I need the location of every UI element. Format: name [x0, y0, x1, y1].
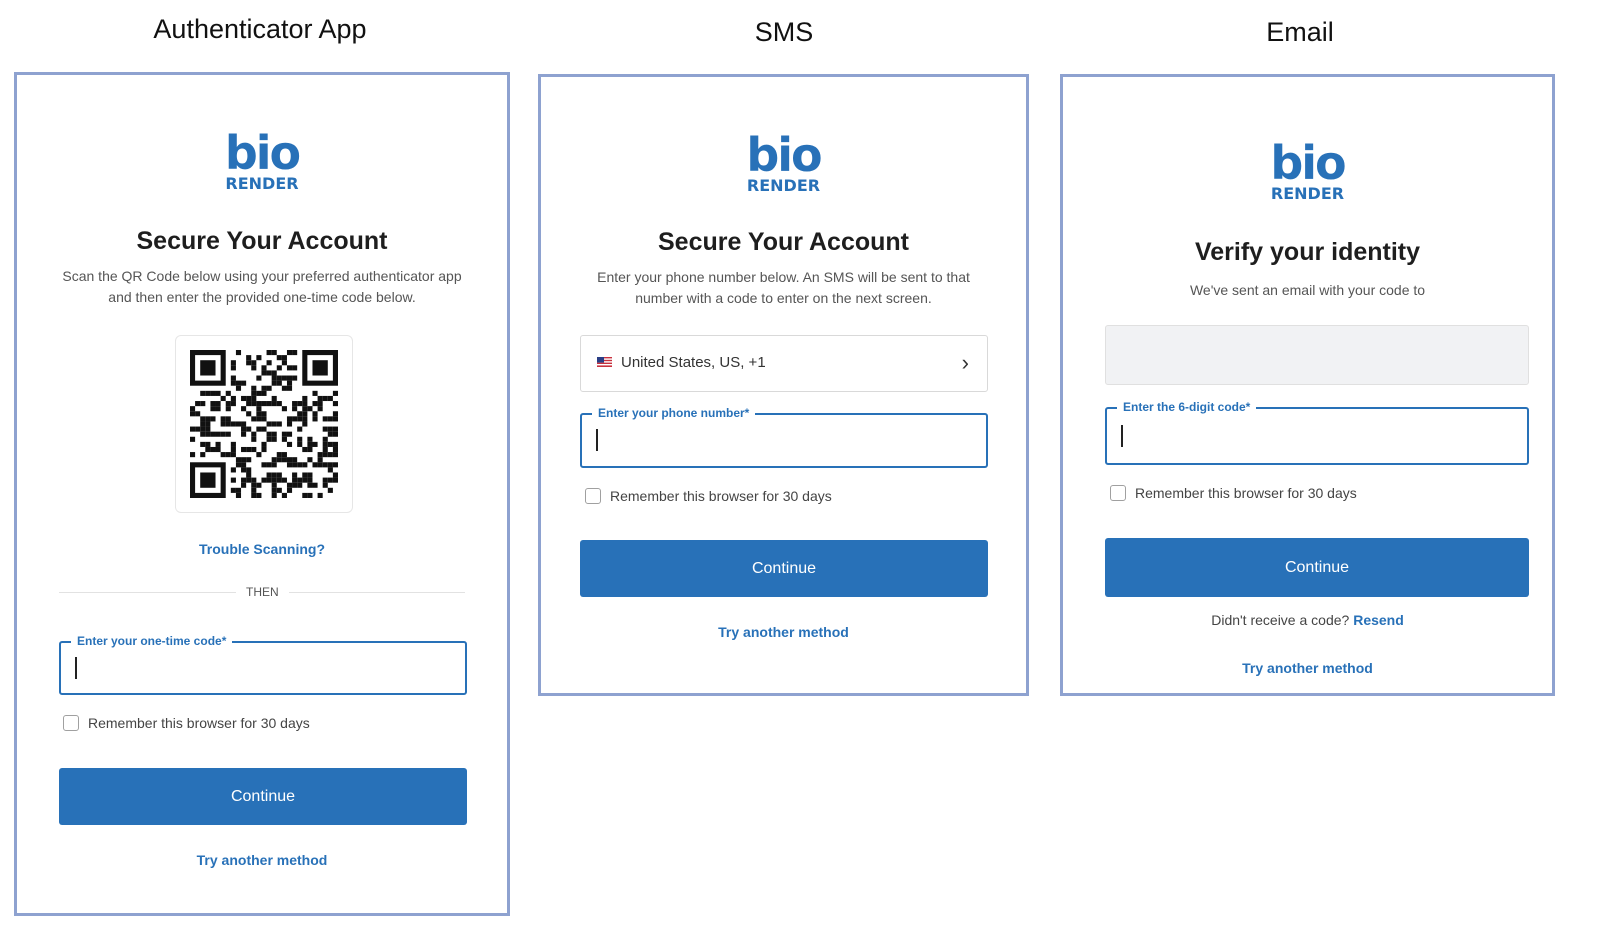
- remember-browser-row[interactable]: Remember this browser for 30 days: [585, 488, 832, 504]
- us-flag-icon: [597, 357, 612, 367]
- try-another-method-link[interactable]: Try another method: [17, 852, 507, 868]
- resend-prompt: Didn't receive a code?: [1211, 612, 1350, 628]
- text-cursor: [596, 429, 598, 451]
- column-title-sms: SMS: [754, 17, 814, 47]
- biorender-logo: bio RENDER: [746, 128, 822, 195]
- resend-row: Didn't receive a code? Resend: [1063, 612, 1552, 628]
- remember-browser-label: Remember this browser for 30 days: [610, 488, 832, 504]
- six-digit-code-input[interactable]: Enter the 6-digit code*: [1105, 400, 1529, 465]
- instructions-text: We've sent an email with your code to: [1189, 282, 1426, 298]
- text-cursor: [1121, 425, 1123, 447]
- one-time-code-input[interactable]: Enter your one-time code*: [59, 634, 467, 695]
- country-select[interactable]: United States, US, +1 ›: [580, 335, 988, 392]
- continue-button[interactable]: Continue: [1105, 538, 1529, 597]
- remember-browser-row[interactable]: Remember this browser for 30 days: [63, 715, 310, 731]
- resend-link[interactable]: Resend: [1353, 612, 1404, 628]
- divider-text: THEN: [236, 585, 289, 599]
- page-title: Verify your identity: [1194, 238, 1421, 266]
- remember-browser-label: Remember this browser for 30 days: [88, 715, 310, 731]
- instructions-text: Scan the QR Code below using your prefer…: [62, 268, 462, 305]
- trouble-scanning-link[interactable]: Trouble Scanning?: [17, 541, 507, 557]
- try-another-method-link[interactable]: Try another method: [1063, 660, 1552, 676]
- column-title-authenticator: Authenticator App: [153, 14, 367, 44]
- chevron-right-icon: ›: [961, 350, 969, 375]
- remember-browser-checkbox[interactable]: [1110, 485, 1126, 501]
- one-time-code-label: Enter your one-time code*: [71, 634, 233, 648]
- column-title-email: Email: [1266, 17, 1334, 47]
- instructions-text: Enter your phone number below. An SMS wi…: [597, 269, 970, 306]
- page-title: Secure Your Account: [658, 228, 909, 256]
- continue-button[interactable]: Continue: [580, 540, 988, 597]
- phone-number-input[interactable]: Enter your phone number*: [580, 406, 988, 468]
- biorender-logo: bio RENDER: [224, 126, 301, 193]
- email-address-display: [1105, 325, 1529, 385]
- authenticator-panel: bio RENDER Secure Your Account Scan the …: [14, 72, 510, 916]
- country-select-value: United States, US, +1: [621, 354, 766, 371]
- page-title: Secure Your Account: [136, 227, 388, 255]
- remember-browser-checkbox[interactable]: [63, 715, 79, 731]
- biorender-logo: bio RENDER: [1270, 136, 1346, 203]
- continue-button[interactable]: Continue: [59, 768, 467, 825]
- qr-code-container: [175, 335, 353, 513]
- sms-panel: bio RENDER Secure Your Account Enter you…: [538, 74, 1029, 696]
- try-another-method-link[interactable]: Try another method: [541, 624, 1026, 640]
- remember-browser-checkbox[interactable]: [585, 488, 601, 504]
- remember-browser-label: Remember this browser for 30 days: [1135, 485, 1357, 501]
- six-digit-code-label: Enter the 6-digit code*: [1117, 400, 1257, 414]
- qr-code-icon: [190, 350, 338, 498]
- email-panel: bio RENDER Verify your identity We've se…: [1060, 74, 1555, 696]
- text-cursor: [75, 657, 77, 679]
- remember-browser-row[interactable]: Remember this browser for 30 days: [1110, 485, 1357, 501]
- phone-number-label: Enter your phone number*: [592, 406, 756, 420]
